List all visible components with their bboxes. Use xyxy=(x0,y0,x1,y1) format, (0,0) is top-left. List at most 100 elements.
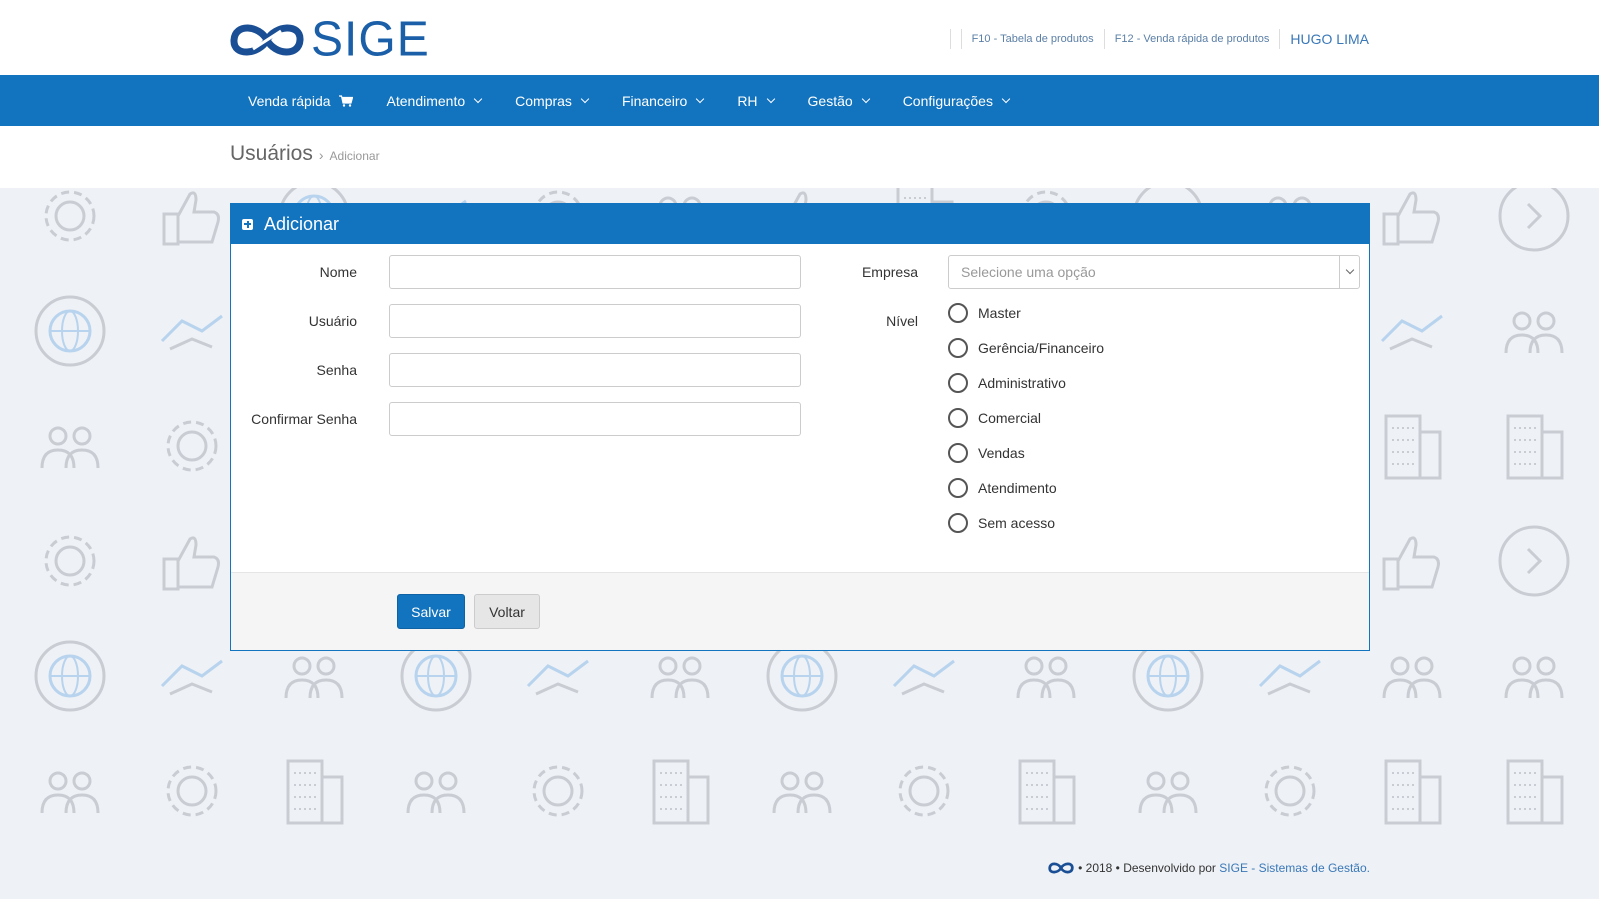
save-button[interactable]: Salvar xyxy=(397,594,465,629)
breadcrumb-bar: Usuários › Adicionar xyxy=(0,126,1599,188)
people-pattern-icon xyxy=(1138,771,1198,814)
senha-input[interactable] xyxy=(389,353,801,387)
people-pattern-icon xyxy=(1504,311,1564,354)
page-title[interactable]: Usuários xyxy=(230,142,313,166)
nav-label: Gestão xyxy=(807,92,853,109)
radio-button[interactable] xyxy=(948,513,968,533)
chevron-down-icon xyxy=(1339,256,1359,288)
radio-button[interactable] xyxy=(948,443,968,463)
panel-footer: Salvar Voltar xyxy=(231,572,1369,650)
building-pattern-icon xyxy=(286,759,344,825)
breadcrumb-separator-icon: › xyxy=(318,147,324,163)
building-pattern-icon xyxy=(1506,759,1564,825)
cart-icon xyxy=(338,94,353,107)
nome-input[interactable] xyxy=(389,255,801,289)
gear-pattern-icon xyxy=(44,190,96,242)
nivel-option-atendimento[interactable]: Atendimento xyxy=(948,478,1057,498)
radio-button[interactable] xyxy=(948,338,968,358)
gear-pattern-icon xyxy=(44,535,96,587)
radio-label: Vendas xyxy=(978,445,1025,461)
nivel-option-administrativo[interactable]: Administrativo xyxy=(948,373,1066,393)
panel-title: Adicionar xyxy=(264,213,340,234)
radio-label: Comercial xyxy=(978,410,1042,426)
panel-header: Adicionar xyxy=(231,204,1369,244)
radio-label: Atendimento xyxy=(978,480,1057,496)
thumb-pattern-icon xyxy=(1382,536,1440,591)
footer-text: • 2018 • Desenvolvido por xyxy=(1078,861,1220,875)
breadcrumb-current: Adicionar xyxy=(329,149,380,163)
building-pattern-icon xyxy=(652,759,710,825)
sige-logo-icon xyxy=(230,24,304,56)
empresa-select-placeholder: Selecione uma opção xyxy=(961,264,1096,280)
usuario-input[interactable] xyxy=(389,304,801,338)
people-pattern-icon xyxy=(772,771,832,814)
chevron-down-icon xyxy=(1001,94,1011,103)
chevron-down-icon xyxy=(766,94,775,103)
link-venda-rapida[interactable]: F12 - Venda rápida de produtos xyxy=(1115,33,1270,45)
radio-button[interactable] xyxy=(948,478,968,498)
hand-pattern-icon xyxy=(1380,314,1443,351)
radio-button[interactable] xyxy=(948,408,968,428)
empresa-select[interactable]: Selecione uma opção xyxy=(948,255,1360,289)
brand-name: SIGE xyxy=(311,12,430,67)
nav-rh[interactable]: RH xyxy=(720,75,790,126)
usuario-label: Usuário xyxy=(308,313,357,329)
footer-sige-link[interactable]: SIGE - Sistemas de Gestão. xyxy=(1219,861,1370,875)
divider xyxy=(960,29,962,49)
nav-financeiro[interactable]: Financeiro xyxy=(605,75,720,126)
building-pattern-icon xyxy=(1018,759,1076,825)
chevron-down-icon xyxy=(861,94,870,103)
nav-label: Financeiro xyxy=(621,92,688,109)
nav-compras[interactable]: Compras xyxy=(498,75,605,126)
nivel-option-master[interactable]: Master xyxy=(948,303,1021,323)
nivel-option-vendas[interactable]: Vendas xyxy=(948,443,1025,463)
thumb-pattern-icon xyxy=(1382,191,1440,246)
people-pattern-icon xyxy=(1382,656,1442,699)
top-links: F10 - Tabela de produtos F12 - Venda ráp… xyxy=(940,28,1369,50)
divider xyxy=(949,29,951,49)
plus-square-icon xyxy=(242,218,253,230)
nav-gestao[interactable]: Gestão xyxy=(791,75,886,126)
sige-logo[interactable]: SIGE xyxy=(229,12,430,67)
nivel-option-sem-acesso[interactable]: Sem acesso xyxy=(948,513,1055,533)
gear-pattern-icon xyxy=(1264,765,1316,817)
page-footer: • 2018 • Desenvolvido por SIGE - Sistema… xyxy=(1048,860,1370,876)
top-header: SIGE F10 - Tabela de produtos F12 - Vend… xyxy=(0,0,1599,75)
people-pattern-icon xyxy=(406,771,466,814)
confirmar-senha-input[interactable] xyxy=(389,402,801,436)
chevron-down-icon xyxy=(696,94,705,103)
nivel-option-comercial[interactable]: Comercial xyxy=(948,408,1041,428)
arrow-pattern-icon xyxy=(1498,188,1570,252)
hand-pattern-icon xyxy=(160,659,223,696)
user-menu[interactable]: HUGO LIMA xyxy=(1290,31,1369,47)
radio-label: Gerência/Financeiro xyxy=(978,340,1105,356)
gear-pattern-icon xyxy=(532,765,584,817)
gear-pattern-icon xyxy=(166,765,218,817)
back-button[interactable]: Voltar xyxy=(474,594,540,629)
senha-label: Senha xyxy=(316,362,357,378)
chevron-down-icon xyxy=(580,94,590,103)
radio-button[interactable] xyxy=(948,303,968,323)
nivel-option-gerencia-financeiro[interactable]: Gerência/Financeiro xyxy=(948,338,1104,358)
radio-button[interactable] xyxy=(948,373,968,393)
building-pattern-icon xyxy=(1384,759,1442,825)
thumb-pattern-icon xyxy=(162,536,220,591)
gear-pattern-icon xyxy=(898,765,950,817)
people-pattern-icon xyxy=(40,771,100,814)
divider xyxy=(1279,29,1281,49)
nav-label: Configurações xyxy=(902,92,993,109)
link-tabela-produtos[interactable]: F10 - Tabela de produtos xyxy=(972,33,1094,45)
confirmar-senha-label: Confirmar Senha xyxy=(251,411,357,427)
nome-label: Nome xyxy=(319,264,357,280)
nav-label: RH xyxy=(737,92,758,109)
building-pattern-icon xyxy=(1384,414,1442,480)
radio-label: Administrativo xyxy=(978,375,1066,391)
nav-venda-rapida[interactable]: Venda rápida xyxy=(231,75,370,126)
people-pattern-icon xyxy=(40,426,100,469)
nav-atendimento[interactable]: Atendimento xyxy=(370,75,499,126)
nav-label: Compras xyxy=(515,92,572,109)
sige-small-logo-icon xyxy=(1048,862,1074,874)
nav-configuracoes[interactable]: Configurações xyxy=(886,75,1026,126)
nav-label: Venda rápida xyxy=(248,92,331,109)
thumb-pattern-icon xyxy=(162,191,220,246)
